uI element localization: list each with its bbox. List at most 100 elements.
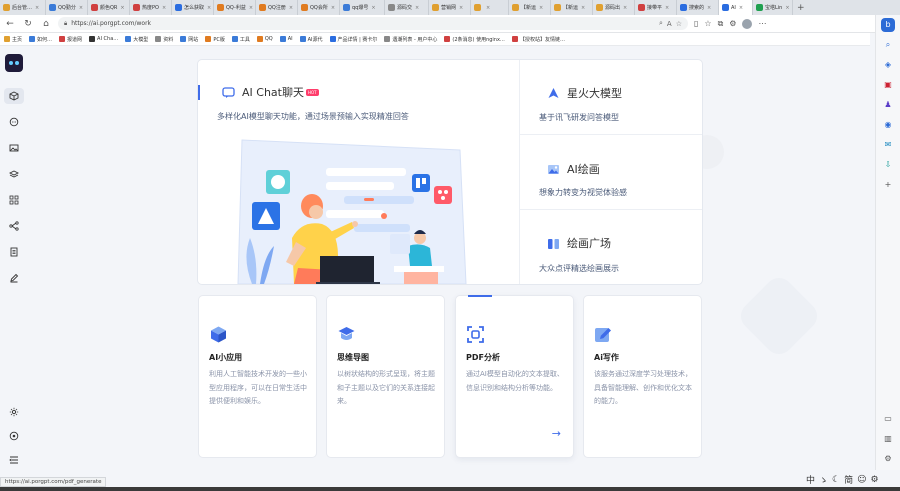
tag-icon[interactable]: ◈ [881, 58, 895, 72]
tab-close-icon[interactable]: × [539, 5, 543, 11]
refresh-icon[interactable]: ↻ [22, 18, 34, 30]
tab-close-icon[interactable]: × [581, 5, 585, 11]
browser-tab[interactable]: 颜色QR × [88, 0, 130, 15]
moon-icon[interactable]: ☾ [832, 475, 840, 485]
browser-tab[interactable]: QQ勤分 × [46, 0, 88, 15]
browser-tab[interactable]: qq爆号 × [340, 0, 385, 15]
bookmark-item[interactable]: 产品详情 | 赛卡尔 [329, 36, 377, 43]
bookmark-item[interactable]: PC版 [205, 36, 225, 43]
office-icon[interactable]: ◉ [881, 118, 895, 132]
card-pdf-analysis[interactable]: PDF分析 通过AI模型自动化的文本提取、信息识别和结构分析等功能。 → [455, 295, 574, 458]
tab-close-icon[interactable]: × [707, 5, 711, 11]
browser-tab[interactable]: 搜索的 × [677, 0, 719, 15]
card-ai-writing[interactable]: Ai写作 该服务通过深度学习处理技术，具备智能理解、创作和优化文本的能力。 [583, 295, 702, 458]
settings-gear-icon[interactable]: ⚙ [881, 452, 895, 466]
nav-document[interactable] [4, 244, 24, 260]
tab-close-icon[interactable]: × [207, 5, 211, 11]
drop-icon[interactable]: ⇩ [881, 158, 895, 172]
tab-close-icon[interactable]: × [665, 5, 669, 11]
bookmark-item[interactable]: (2条消息) 使用nginx… [444, 36, 505, 43]
browser-tab[interactable]: 源码出 × [593, 0, 635, 15]
nav-apps[interactable] [4, 192, 24, 208]
back-icon[interactable]: ← [4, 18, 16, 30]
bookmark-item[interactable]: 主页 [4, 36, 22, 43]
nav-account[interactable] [4, 428, 24, 444]
zoom-icon[interactable]: ⌕ [659, 19, 663, 28]
bookmark-item[interactable]: AI Cha… [89, 36, 118, 42]
arrow-right-icon[interactable]: → [552, 427, 561, 440]
screen-icon[interactable]: ▭ [881, 412, 895, 426]
tab-close-icon[interactable]: × [249, 5, 253, 11]
tab-close-icon[interactable]: × [79, 5, 83, 11]
outlook-icon[interactable]: ✉ [881, 138, 895, 152]
tab-close-icon[interactable]: × [371, 5, 375, 11]
browser-tab[interactable]: QQ-利益 × [214, 0, 256, 15]
collections-icon[interactable]: ⧉ [718, 19, 724, 29]
browser-tab[interactable]: AI × [719, 0, 753, 15]
browser-tab[interactable]: 怎么获取 × [172, 0, 214, 15]
browser-tab[interactable]: 接带平 × [635, 0, 677, 15]
bookmark-item[interactable]: 资料 [155, 36, 173, 43]
browser-tab[interactable]: 源码交 × [385, 0, 429, 15]
bookmark-item[interactable]: 网站 [180, 36, 198, 43]
browser-tab[interactable]: QQ注册 × [256, 0, 298, 15]
add-icon[interactable]: + [881, 178, 895, 192]
tab-close-icon[interactable]: × [289, 5, 293, 11]
bookmark-item[interactable]: 工具 [231, 36, 250, 43]
browser-tab[interactable]: × [471, 0, 509, 15]
feature-ai-drawing[interactable]: AI绘画 想象力转变为视觉体验感 [520, 135, 702, 210]
ime-script[interactable]: 简 [844, 473, 853, 486]
profile-avatar[interactable] [742, 18, 753, 29]
browser-tab[interactable]: 宝塔Lin × [753, 0, 793, 15]
browser-tab[interactable]: 营销网 × [429, 0, 471, 15]
card-mindmap[interactable]: 思维导图 以树状结构的形式呈现，将主题和子主题以及它们的关系连接起来。 [326, 295, 445, 458]
bing-chat-icon[interactable]: b [881, 18, 895, 32]
tab-close-icon[interactable]: × [162, 5, 166, 11]
tab-close-icon[interactable]: × [120, 5, 124, 11]
nav-gallery[interactable] [4, 166, 24, 182]
bookmark-item[interactable]: 【授权站】友情链… [511, 36, 565, 43]
tab-close-icon[interactable]: × [623, 5, 627, 11]
bookmark-item[interactable]: 遇潮列表 - 用户中心 [384, 36, 437, 43]
nav-chat[interactable] [4, 114, 24, 130]
bookmark-item[interactable]: AI [279, 36, 293, 42]
favorites-icon[interactable]: ☆ [704, 19, 711, 28]
app-logo[interactable] [4, 54, 23, 72]
browser-tab[interactable]: 【新运 × [509, 0, 551, 15]
tab-close-icon[interactable]: × [739, 5, 743, 11]
tab-close-icon[interactable]: × [35, 5, 39, 11]
nav-write[interactable] [4, 270, 24, 286]
new-tab-button[interactable]: + [793, 0, 809, 15]
nav-drawing[interactable] [4, 140, 24, 156]
bookmark-item[interactable]: 报道网 [59, 36, 82, 43]
address-input[interactable]: 🔒︎ https://ai.porgpt.com/work ⌕ A ☆ [58, 17, 688, 30]
feature-spark[interactable]: 星火大模型 基于讯飞研发问答模型 [520, 60, 702, 135]
ime-mode[interactable]: 中 [806, 473, 815, 486]
browser-tab[interactable]: 【新运 × [551, 0, 593, 15]
tab-close-icon[interactable]: × [459, 5, 463, 11]
tab-close-icon[interactable]: × [415, 5, 419, 11]
tab-close-icon[interactable]: × [785, 5, 789, 11]
toolbox-icon[interactable]: ▣ [881, 78, 895, 92]
emoji-icon[interactable]: ☺ [857, 475, 866, 485]
ime-punct[interactable]: ゝ [819, 473, 828, 486]
bookmark-item[interactable]: QQ [256, 36, 273, 42]
ai-chat-title[interactable]: AI Chat聊天 HOT [222, 84, 319, 100]
tab-close-icon[interactable]: × [486, 5, 490, 11]
browser-tab[interactable]: 热度PO × [130, 0, 172, 15]
split-screen-icon[interactable]: ▯ [694, 19, 698, 28]
nav-settings[interactable] [4, 404, 24, 420]
sidebar-toggle-icon[interactable]: ▥ [881, 432, 895, 446]
favorite-star-icon[interactable]: ☆ [676, 20, 682, 28]
bookmark-item[interactable]: AI源代 [299, 36, 323, 43]
feature-gallery[interactable]: 绘画广场 大众点评精选绘画展示 [520, 210, 702, 284]
more-menu-icon[interactable]: ⋯ [758, 19, 766, 28]
card-ai-mini-app[interactable]: AI小应用 利用人工智能技术开发的一些小型应用程序，可以在日常生活中提供便利和娱… [198, 295, 317, 458]
bookmark-item[interactable]: 如何… [29, 36, 52, 43]
nav-workbench[interactable] [3, 88, 24, 104]
read-aloud-icon[interactable]: A [667, 20, 672, 28]
extensions-icon[interactable]: ⚙ [729, 19, 736, 28]
search-icon[interactable]: ⌕ [881, 38, 895, 52]
nav-mindmap[interactable] [4, 218, 24, 234]
gear-icon[interactable]: ⚙ [871, 475, 879, 485]
